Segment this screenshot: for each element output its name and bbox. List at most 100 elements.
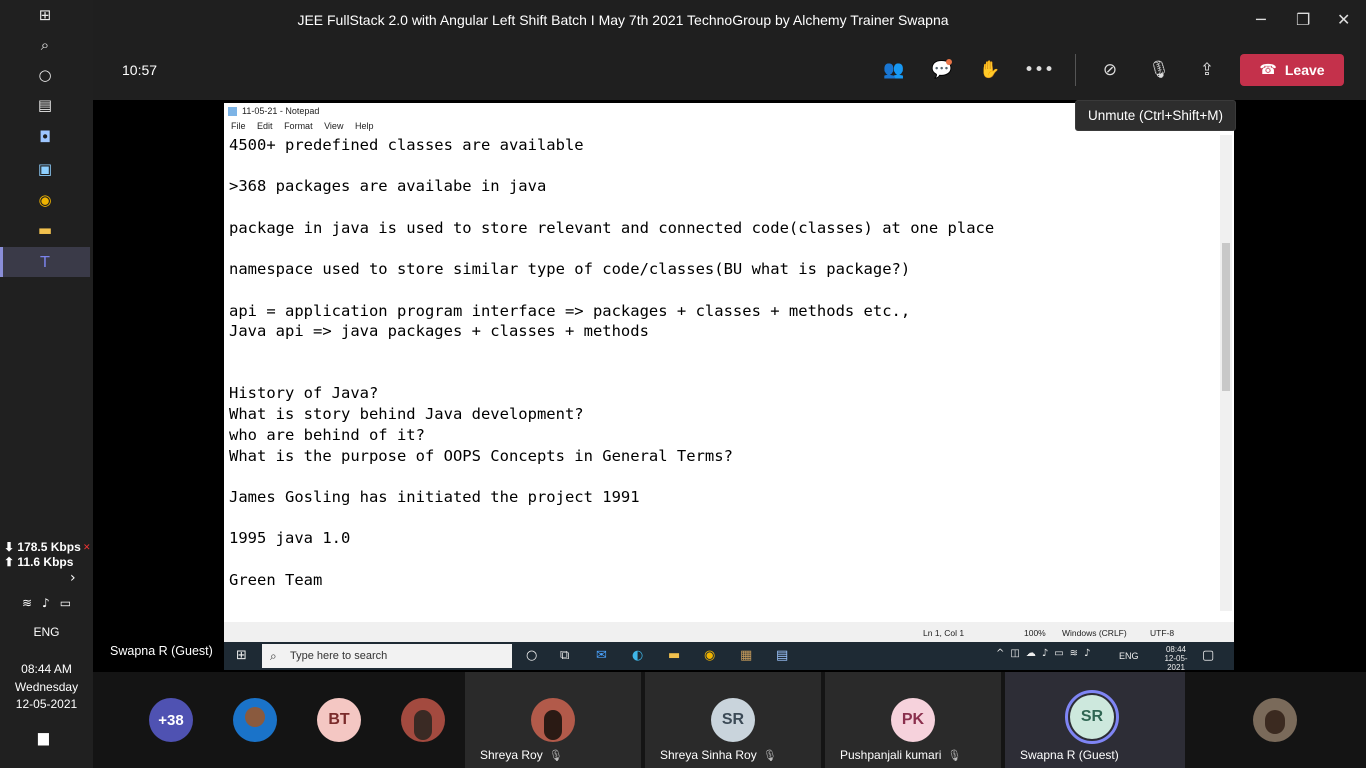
raise-hand-icon[interactable]: ✋ (976, 60, 1004, 82)
search-icon[interactable]: ⌕ (29, 34, 61, 56)
app-icon[interactable]: ▦ (740, 648, 752, 663)
maximize-icon[interactable]: ❐ (1296, 10, 1310, 29)
scrollbar-thumb[interactable] (1222, 243, 1230, 391)
meeting-controls-bar: 10:57 👥 💬 ✋ ••• ⊘ 🎙 ⇪ ☎ Leave (93, 40, 1366, 100)
camera-app-icon[interactable]: ◘ (29, 126, 61, 148)
notepad-line: >368 packages are availabe in java (229, 177, 547, 196)
tray-clock[interactable]: 08:44 12-05-2021 (1156, 645, 1196, 670)
file-explorer-icon[interactable]: ▬ (29, 219, 61, 241)
participant-name: Pushpanjali kumari (840, 748, 942, 762)
windows-start-icon[interactable]: ⊞ (29, 4, 61, 26)
participant-photo-avatar[interactable] (401, 698, 445, 742)
notepad-line (229, 466, 1219, 487)
notepad-line: What is the purpose of OOPS Concepts in … (229, 446, 733, 465)
leave-button[interactable]: ☎ Leave (1240, 54, 1344, 86)
notepad-status-bar: Ln 1, Col 1 100% Windows (CRLF) UTF-8 (224, 622, 1234, 642)
mic-muted-icon: 🎙 (947, 749, 962, 762)
notepad-title: 11-05-21 - Notepad (242, 106, 320, 116)
shared-windows-taskbar: ⊞ ⌕ Type here to search ○ ⧉ ✉ ◐ ▬ ◉ ▦ ▤ … (224, 642, 1234, 670)
window-title: JEE FullStack 2.0 with Angular Left Shif… (297, 12, 949, 28)
participant-avatar-bt[interactable]: BT (317, 698, 361, 742)
teams-icon[interactable]: T (29, 251, 61, 273)
notepad-line: What is story behind Java development? (229, 405, 584, 424)
tray-icons[interactable]: ≋♪▭ (22, 596, 81, 610)
participant-tile-shreya-roy[interactable]: Shreya Roy 🎙 (465, 672, 641, 768)
clock-time[interactable]: 08:44 AM (0, 662, 93, 676)
menu-file[interactable]: File (231, 121, 246, 131)
notepad-line (229, 156, 1219, 177)
chrome-icon[interactable]: ◉ (29, 189, 61, 211)
language-indicator[interactable]: ENG (0, 625, 93, 639)
notification-icon[interactable]: ▆ (38, 730, 49, 746)
participant-photo-avatar[interactable] (233, 698, 277, 742)
presenter-name-label: Swapna R (Guest) (110, 644, 213, 658)
share-screen-icon[interactable]: ⇪ (1193, 60, 1221, 82)
menu-format[interactable]: Format (284, 121, 313, 131)
notification-icon[interactable]: ▢ (1202, 648, 1214, 663)
status-encoding: UTF-8 (1150, 628, 1175, 638)
participants-icon[interactable]: 👥 (880, 60, 908, 82)
leave-label: Leave (1284, 62, 1325, 78)
search-icon: ⌕ (270, 649, 277, 663)
net-upload-value: 11.6 Kbps (17, 555, 74, 569)
participant-tile-shreya-sinha-roy[interactable]: SR Shreya Sinha Roy 🎙 (645, 672, 821, 768)
participant-name: Shreya Sinha Roy (660, 748, 757, 762)
participant-tile-swapna-r[interactable]: SR Swapna R (Guest) (1005, 672, 1185, 768)
overflow-participants[interactable]: +38 (149, 698, 193, 742)
net-download-speed: ⬇ 178.5 Kbps (4, 540, 81, 554)
notepad-line (229, 239, 1219, 260)
notepad-line (229, 280, 1219, 301)
participant-strip: +38 BT Shreya Roy 🎙 SR Shreya Sinha Roy 🎙 … (93, 672, 1366, 768)
net-download-value: 178.5 Kbps (17, 540, 81, 554)
avatar-photo (544, 710, 562, 740)
notepad-line: 4500+ predefined classes are available (229, 136, 584, 154)
close-icon[interactable]: ✕ (83, 542, 91, 553)
chat-icon[interactable]: 💬 (928, 60, 956, 82)
mic-off-icon[interactable]: 🎙 (1145, 60, 1173, 82)
menu-help[interactable]: Help (355, 121, 374, 131)
mic-muted-icon: 🎙 (548, 749, 563, 762)
notepad-icon (228, 107, 237, 116)
windows-taskbar: ⊞ ⌕ ○ ▤ ◘ ▣ ◉ ▬ T ⬇ 178.5 Kbps ✕ ⬆ 11.6 … (0, 0, 93, 768)
participant-tile-pushpanjali-kumari[interactable]: PK Pushpanjali kumari 🎙 (825, 672, 1001, 768)
notepad-scrollbar[interactable] (1220, 135, 1232, 611)
chevron-right-icon[interactable]: › (70, 570, 76, 586)
menu-edit[interactable]: Edit (257, 121, 273, 131)
tray-time: 08:44 (1165, 645, 1187, 654)
avatar-initials: PK (901, 711, 925, 728)
photos-app-icon[interactable]: ▣ (29, 158, 61, 180)
task-view-icon[interactable]: ⧉ (560, 648, 569, 663)
file-explorer-icon[interactable]: ▬ (668, 648, 680, 663)
participant-photo-avatar[interactable] (1253, 698, 1297, 742)
cortana-icon[interactable]: ○ (526, 648, 537, 663)
participant-name: Swapna R (Guest) (1020, 748, 1119, 762)
notepad-text-area[interactable]: 4500+ predefined classes are available >… (229, 135, 1219, 610)
system-tray-icons[interactable]: ^◫☁♪▭≋♪ (996, 648, 1096, 659)
notepad-line: api = application program interface => p… (229, 301, 911, 320)
notepad-line: who are behind of it? (229, 425, 425, 444)
mail-icon[interactable]: ✉ (596, 648, 607, 663)
mic-muted-icon: 🎙 (762, 749, 777, 762)
participant-name-row: Shreya Sinha Roy 🎙 (660, 748, 777, 762)
task-view-icon[interactable]: ▤ (29, 94, 61, 116)
participant-name-row: Shreya Roy 🎙 (480, 748, 563, 762)
tray-language[interactable]: ENG (1119, 651, 1139, 661)
notepad-line (229, 363, 1219, 384)
windows-start-icon[interactable]: ⊞ (236, 648, 247, 663)
camera-off-icon[interactable]: ⊘ (1096, 60, 1124, 82)
avatar-initials: SR (1080, 708, 1104, 725)
clock-date: 12-05-2021 (15, 697, 78, 711)
edge-icon[interactable]: ◐ (632, 648, 643, 663)
notepad-line: package in java is used to store relevan… (229, 218, 995, 237)
menu-view[interactable]: View (324, 121, 343, 131)
notepad-taskbar-icon[interactable]: ▤ (776, 648, 788, 663)
taskbar-search-box[interactable]: ⌕ Type here to search (262, 644, 512, 668)
cortana-icon[interactable]: ○ (29, 64, 61, 86)
more-actions-icon[interactable]: ••• (1024, 60, 1054, 82)
chrome-icon[interactable]: ◉ (704, 648, 715, 663)
avatar-photo (414, 710, 432, 740)
window-close-icon[interactable]: ✕ (1337, 10, 1350, 29)
participant-name-row: Pushpanjali kumari 🎙 (840, 748, 961, 762)
minimize-icon[interactable]: ─ (1256, 10, 1266, 29)
notepad-line (229, 549, 1219, 570)
